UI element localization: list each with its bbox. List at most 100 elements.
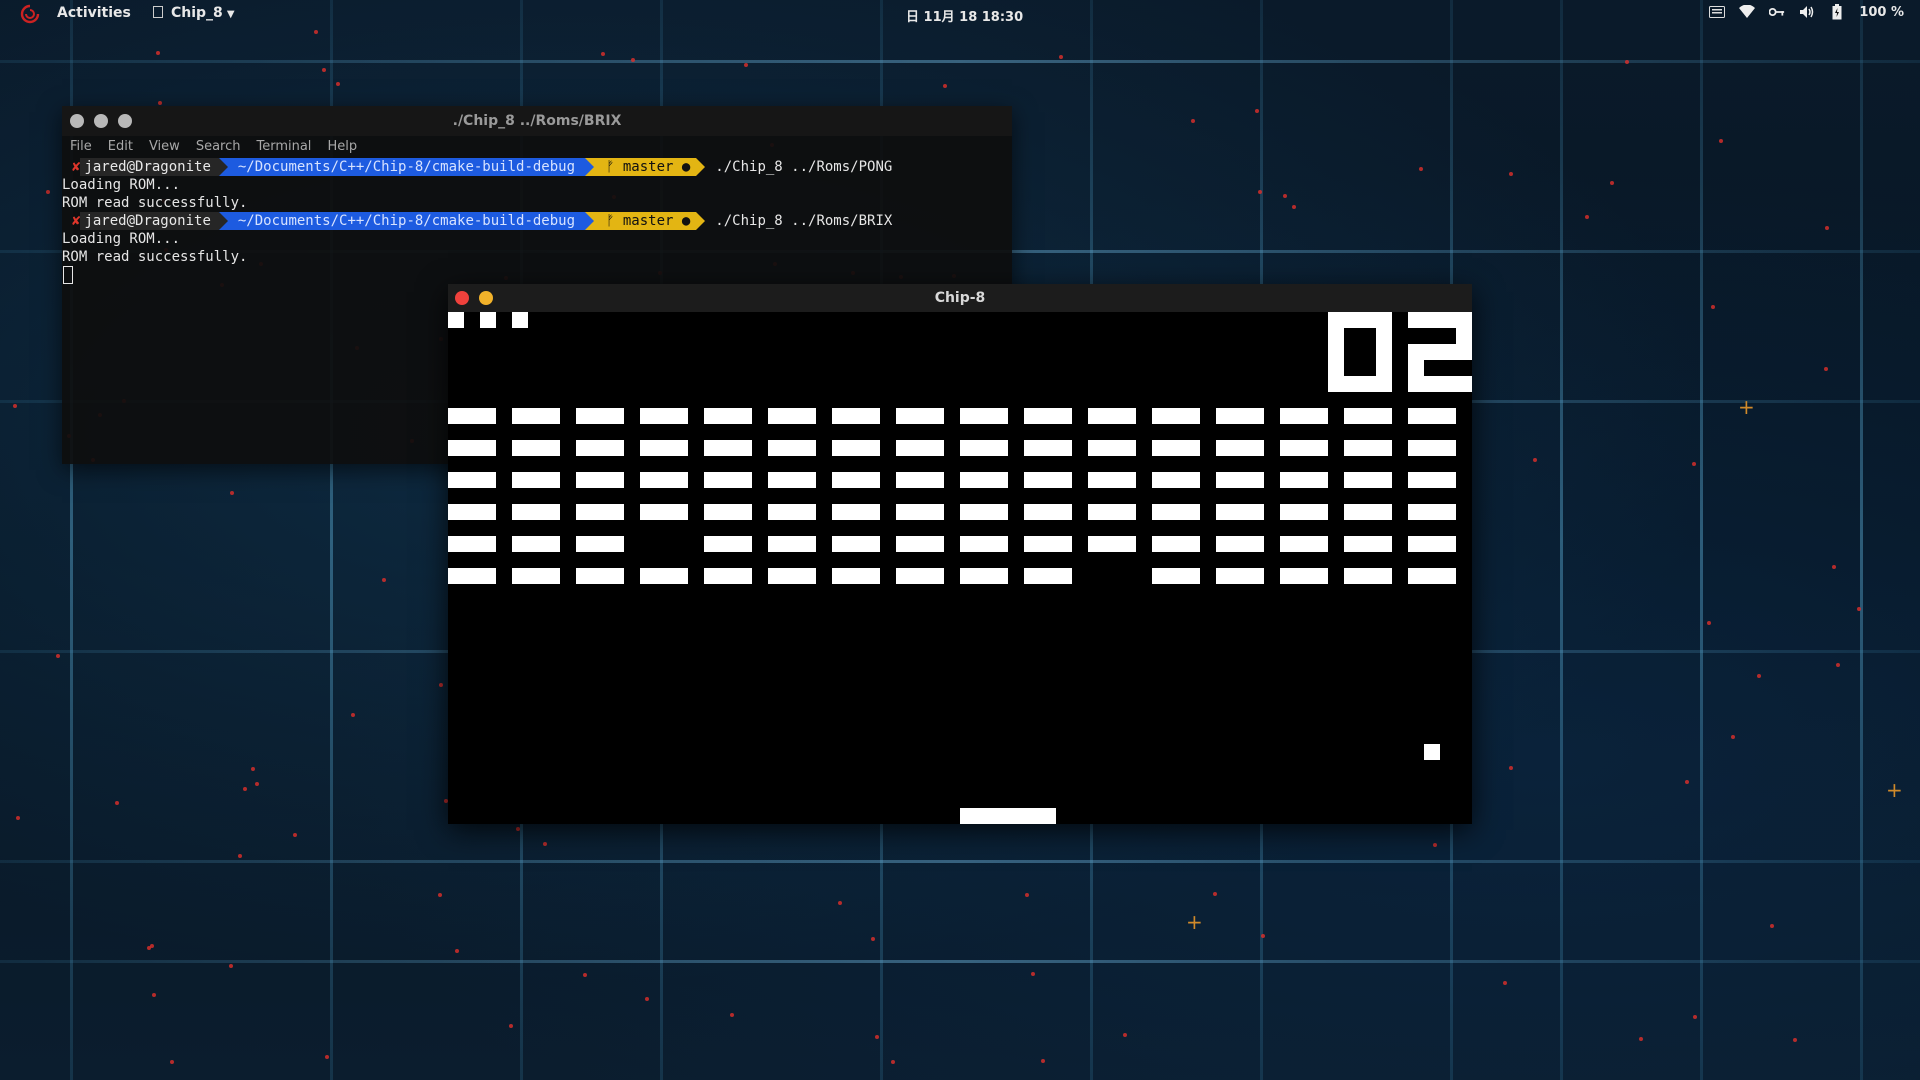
wallpaper-dot [147,946,151,950]
brick [1152,472,1200,488]
brick [1408,568,1456,584]
brick [1216,536,1264,552]
clock[interactable]: 日 11月 18 18:30 [906,6,1023,25]
wallpaper-dot [1261,934,1265,938]
powerline-separator [696,158,706,176]
output-line: Loading ROM... [62,231,181,247]
battery-icon[interactable] [1829,4,1845,20]
brick [896,440,944,456]
wallpaper-dot [1770,924,1774,928]
top-bar: Activities Chip_8 ▼ 日 11月 18 18:30 100 % [0,0,1920,28]
wallpaper-dot [1824,367,1828,371]
output-line: ROM read successfully. [62,249,248,265]
brick [1280,568,1328,584]
wallpaper-dot [1509,172,1513,176]
wallpaper-dot [744,63,748,67]
wifi-icon[interactable] [1739,4,1756,20]
wallpaper-dot [1836,663,1840,667]
wallpaper-dot [229,964,233,968]
wallpaper-dot [1731,735,1735,739]
app-menu[interactable]: Chip_8 ▼ [153,5,235,21]
wallpaper-dot [243,787,247,791]
chip8-titlebar[interactable]: Chip-8 [448,284,1472,312]
wallpaper-dot [1292,205,1296,209]
prompt-user: jared@Dragonite [80,212,219,230]
prompt-line: ✘ jared@Dragonite ~/Documents/C++/Chip-8/c… [62,158,1012,176]
brick [640,472,688,488]
menu-file[interactable]: File [70,136,100,158]
wallpaper-dot [1509,766,1513,770]
vpn-key-icon[interactable] [1769,4,1785,20]
app-menu-label: Chip_8 [171,5,223,21]
system-tray[interactable]: 100 % [1709,4,1904,20]
wallpaper-line [0,60,1920,63]
menu-search[interactable]: Search [196,136,249,158]
wallpaper-dot [1719,139,1723,143]
wallpaper-dot [293,833,297,837]
wallpaper-dot [158,101,162,105]
wallpaper-line [0,960,1920,963]
brick [1344,408,1392,424]
wallpaper-plus: + [1186,910,1203,934]
wallpaper-dot [351,713,355,717]
menu-view[interactable]: View [149,136,188,158]
chevron-down-icon: ▼ [226,9,235,20]
brick [1024,504,1072,520]
menu-terminal[interactable]: Terminal [256,136,319,158]
life-indicator [512,312,528,328]
brick [512,440,560,456]
brick [448,408,496,424]
wallpaper-dot [1625,60,1629,64]
wallpaper-dot [583,973,587,977]
powerline-separator [696,212,706,230]
output-line: ROM read successfully. [62,195,248,211]
brick [1216,504,1264,520]
life-indicator [448,312,464,328]
terminal-titlebar[interactable]: ./Chip_8 ../Roms/BRIX [62,106,1012,136]
brick [1280,472,1328,488]
brick [640,504,688,520]
wallpaper-line [0,860,1920,863]
brick [448,536,496,552]
brick [768,408,816,424]
brick [1088,472,1136,488]
brick [1408,504,1456,520]
brick [896,472,944,488]
wallpaper-line [1860,0,1863,1080]
wallpaper-dot [238,854,242,858]
brick [1088,504,1136,520]
powerline-separator [218,212,228,230]
brick [832,568,880,584]
activities-button[interactable]: Activities [57,5,131,21]
text-cursor[interactable] [63,266,73,284]
brick [1216,408,1264,424]
wallpaper-dot [455,949,459,953]
wallpaper-dot [645,997,649,1001]
keyboard-icon[interactable] [1709,4,1726,20]
wallpaper-dot [1059,55,1063,59]
brick [1152,504,1200,520]
wallpaper-dot [1123,1033,1127,1037]
brick [704,472,752,488]
brick [768,440,816,456]
score-display [1328,312,1472,396]
prompt-user: jared@Dragonite [80,158,219,176]
chip8-window[interactable]: Chip-8 [448,284,1472,824]
brick [1024,536,1072,552]
menu-edit[interactable]: Edit [108,136,141,158]
distro-logo-icon[interactable] [20,4,40,24]
brick [832,472,880,488]
brick [448,472,496,488]
powerline-separator [218,158,228,176]
wallpaper-dot [56,654,60,658]
brick [1088,440,1136,456]
wallpaper-dot [543,842,547,846]
wallpaper-line [1560,0,1563,1080]
terminal-output[interactable]: ✘ jared@Dragonite ~/Documents/C++/Chip-8/c… [62,158,1012,284]
brick [1280,536,1328,552]
game-screen[interactable] [448,312,1472,824]
brick [448,504,496,520]
menu-help[interactable]: Help [327,136,365,158]
volume-icon[interactable] [1799,4,1815,20]
brick [768,472,816,488]
